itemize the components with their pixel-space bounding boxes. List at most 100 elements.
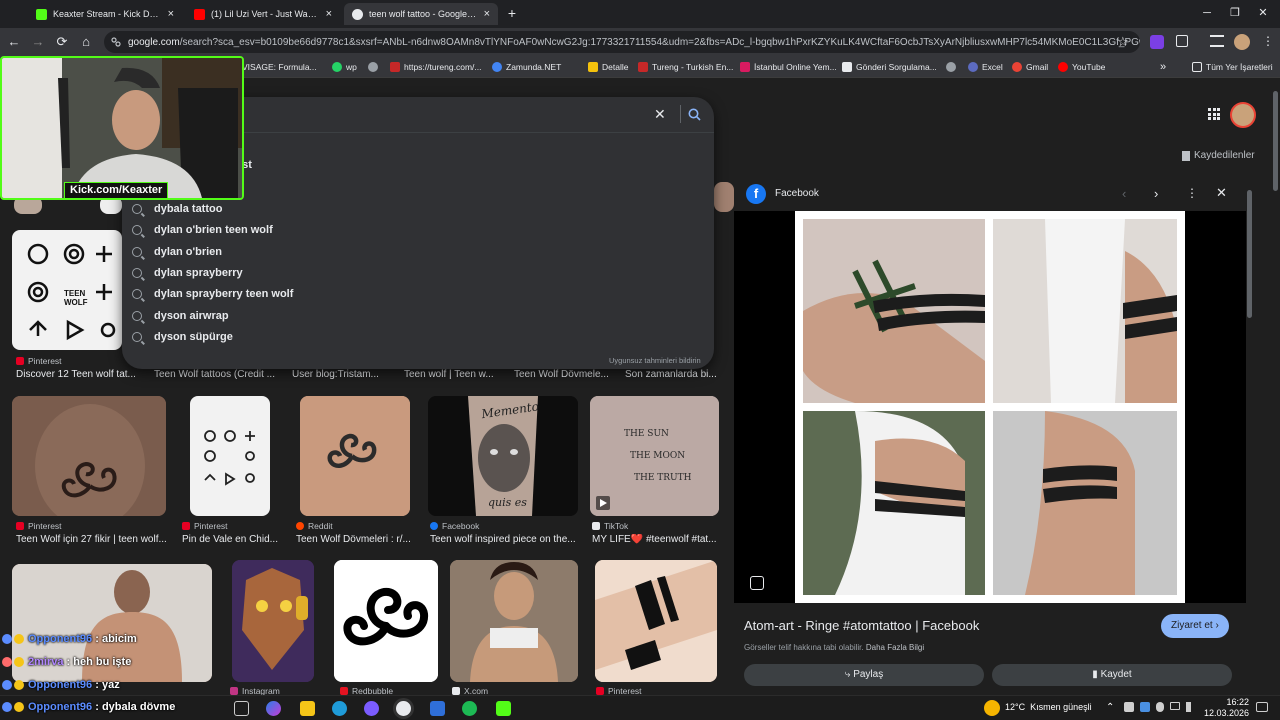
suggestion-item[interactable]: dylan o'brien teen wolf [132,220,273,240]
suggestion-item[interactable]: dyson süpürge [132,327,233,347]
suggestion-item[interactable]: dylan o'brien [132,242,222,262]
panel-scrollbar[interactable] [1247,190,1252,318]
extensions-puzzle-icon[interactable] [1176,35,1188,47]
suggestion-item[interactable]: dyson airwrap [132,306,229,326]
tray-app-icon[interactable] [1124,702,1134,712]
bookmark-item[interactable] [946,60,960,74]
close-panel-icon[interactable]: ✕ [1216,185,1227,201]
panel-title[interactable]: Atom-art - Ringe #atomtattoo | Facebook [744,618,979,633]
app-icon[interactable] [430,701,445,716]
bookmark-item[interactable]: wp [332,60,357,74]
result-caption[interactable]: MY LIFE❤️ #teenwolf #tat... [592,534,720,545]
image-thumbnail-triskele[interactable] [334,560,438,682]
copilot-icon[interactable] [266,701,281,716]
image-thumbnail-back-tattoo[interactable] [12,396,166,516]
bookmark-item[interactable]: İstanbul Online Yem... [740,60,837,74]
save-button[interactable]: ▮ Kaydet [992,664,1232,686]
scrollbar-thumb[interactable] [1273,91,1278,191]
account-avatar[interactable] [1230,102,1256,128]
preview-image-area[interactable] [734,211,1246,603]
result-caption[interactable]: Discover 12 Teen wolf tat... [16,369,138,380]
panel-source[interactable]: Facebook [775,188,819,199]
result-caption[interactable]: Teen Wolf tattoos (Credit ... [154,369,276,380]
image-thumbnail-wolf-tattoo[interactable]: Memento quis es [428,396,578,516]
image-thumbnail-smiling-man[interactable] [450,560,578,682]
more-info-link[interactable]: Daha Fazla Bilgi [866,643,924,652]
forward-button[interactable]: → [30,34,46,50]
result-caption[interactable]: Teen Wolf Dövmeleri : r/... [296,534,414,545]
weather-icon[interactable] [984,700,1000,716]
close-tab-icon[interactable]: × [168,8,174,20]
tab-youtube[interactable]: (1) Lil Uzi Vert - Just Wanna Ro × [186,3,340,25]
close-tab-icon[interactable]: × [484,8,490,20]
bookmark-item[interactable]: Detalle [588,60,628,74]
home-button[interactable]: ⌂ [78,34,94,50]
bookmark-item[interactable]: YouTube [1058,60,1105,74]
volume-icon[interactable] [1186,702,1196,712]
clear-search-icon[interactable]: ✕ [654,106,666,123]
result-caption[interactable]: Teen wolf | Teen w... [404,369,504,380]
page-scrollbar[interactable] [1271,79,1280,695]
bookmark-item[interactable]: Zamunda.NET [492,60,561,74]
more-options-icon[interactable]: ⋮ [1186,186,1198,200]
system-clock[interactable]: 16:22 12.03.2026 [1204,697,1249,719]
apps-grid-icon[interactable] [1208,108,1220,120]
bookmark-star-icon[interactable]: ☆ [1117,34,1129,50]
bookmark-item[interactable]: https://tureng.com/... [390,60,481,74]
all-bookmarks-button[interactable]: Tüm Yer İşaretleri [1192,60,1273,74]
search-icon[interactable] [688,108,701,121]
new-tab-button[interactable]: + [504,5,520,21]
notifications-icon[interactable] [1256,702,1268,712]
reload-button[interactable]: ⟳ [54,34,70,50]
more-bookmarks-button[interactable]: » [1160,60,1166,74]
image-thumbnail-text-tattoo[interactable]: THE SUN THE MOON THE TRUTH [590,396,719,516]
tab-google-search[interactable]: teen wolf tattoo - Google'da Ar × [344,3,498,25]
bookmark-item[interactable]: Gönderi Sorgulama... [842,60,937,74]
bookmark-item[interactable]: Excel [968,60,1003,74]
share-button[interactable]: ⤷ Paylaş [744,664,984,686]
lens-search-icon[interactable] [750,576,764,590]
bookmark-item[interactable]: Tureng - Turkish En... [638,60,733,74]
result-caption[interactable]: User blog:Tristam... [292,369,392,380]
suggestion-item[interactable]: dylan sprayberry [132,263,243,283]
result-caption[interactable]: Teen Wolf Dövmele... [514,369,614,380]
tray-overflow-icon[interactable]: ⌃ [1106,702,1114,713]
previous-image-button[interactable]: ‹ [1122,186,1126,201]
site-settings-icon[interactable] [110,36,122,48]
image-thumbnail-wolf-art[interactable] [232,560,314,682]
image-thumbnail-triskele-sheet[interactable]: TEEN WOLF [12,230,122,350]
result-caption[interactable]: Teen wolf inspired piece on the... [430,534,578,545]
edge-icon[interactable] [332,701,347,716]
profile-avatar[interactable] [1234,34,1250,50]
file-explorer-icon[interactable] [300,701,315,716]
image-thumbnail[interactable] [714,182,734,212]
chrome-icon[interactable] [396,701,411,716]
tab-kick-dashboard[interactable]: Keaxter Stream - Kick Dashboa × [28,3,182,25]
bookmark-item[interactable] [368,60,382,74]
minimize-button[interactable]: ─ [1192,4,1222,22]
bookmark-item[interactable]: Gmail [1012,60,1048,74]
close-tab-icon[interactable]: × [326,8,332,20]
microphone-icon[interactable] [1156,702,1164,712]
obs-icon[interactable] [496,701,511,716]
spotify-icon[interactable] [462,701,477,716]
image-thumbnail-band-tattoo[interactable] [595,560,717,682]
image-thumbnail-symbols[interactable] [190,396,270,516]
image-thumbnail-arm-triskele[interactable] [300,396,410,516]
restore-button[interactable]: ❐ [1220,4,1250,22]
weather-widget[interactable]: 12°C Kısmen güneşli [1005,702,1092,712]
back-button[interactable]: ← [6,34,22,50]
app-icon[interactable] [364,701,379,716]
bookmark-item[interactable]: VISAGE: Formula... [242,60,317,74]
reading-list-icon[interactable] [1210,35,1224,47]
close-window-button[interactable]: ✕ [1248,4,1278,22]
extension-icon[interactable] [1150,35,1164,49]
suggestion-item[interactable]: dylan sprayberry teen wolf [132,284,293,304]
result-caption[interactable]: Teen Wolf için 27 fikir | teen wolf... [16,534,168,545]
tray-app-icon[interactable] [1140,702,1150,712]
result-caption[interactable]: Pin de Vale en Chid... [182,534,282,545]
network-icon[interactable] [1170,702,1180,710]
address-bar[interactable]: google.com/search?sca_esv=b0109be66d9778… [104,31,1140,53]
report-predictions-link[interactable]: Uygunsuz tahminleri bildirin [609,356,701,365]
visit-button[interactable]: Ziyaret et › [1161,614,1229,638]
